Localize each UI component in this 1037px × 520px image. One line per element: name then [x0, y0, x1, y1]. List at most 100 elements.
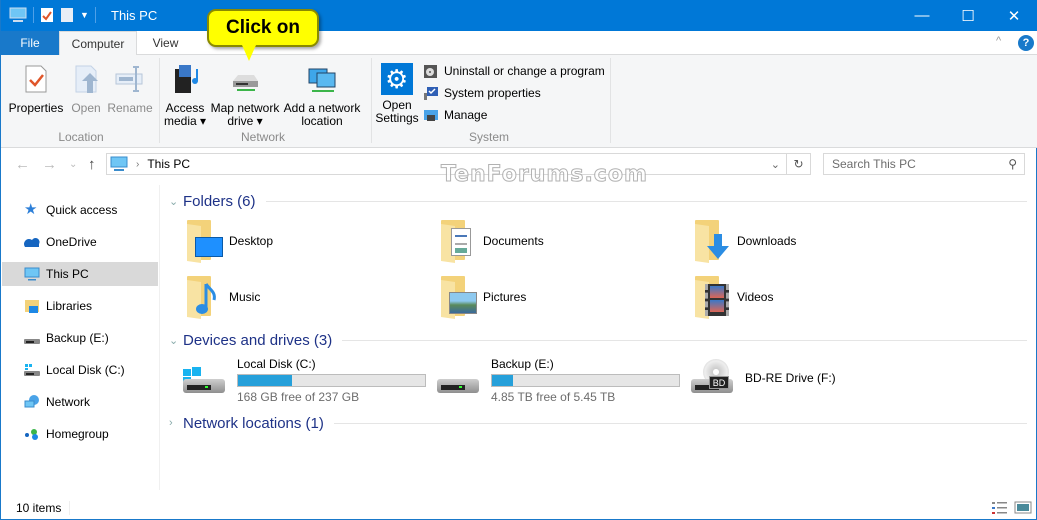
drive-local-disk-c[interactable]: Local Disk (C:) 168 GB free of 237 GB: [181, 357, 426, 404]
network-location-icon: [308, 68, 336, 92]
open-label: Open: [71, 101, 101, 115]
help-icon[interactable]: ?: [1018, 35, 1034, 51]
sidebar-item-network[interactable]: Network: [2, 390, 158, 414]
collapse-ribbon-icon[interactable]: ^: [996, 35, 1001, 47]
search-input[interactable]: Search This PC ⚲: [823, 153, 1025, 175]
this-pc-icon: [9, 7, 27, 22]
drive-label: BD-RE Drive (F:): [745, 371, 836, 385]
address-dropdown-icon[interactable]: ⌄: [771, 158, 780, 171]
drive-bd-re-f[interactable]: BD BD-RE Drive (F:): [689, 357, 836, 397]
open-button[interactable]: Open: [67, 59, 105, 115]
breadcrumb-chevron-icon: ›: [136, 158, 140, 170]
minimize-button[interactable]: —: [899, 0, 945, 31]
sidebar-item-backup-e[interactable]: Backup (E:): [2, 326, 158, 350]
access-media-button[interactable]: Access media ▾: [163, 59, 207, 128]
customize-qat-icon[interactable]: ▼: [80, 10, 89, 20]
sidebar-item-label: Backup (E:): [46, 331, 109, 345]
title-bar: ▼ This PC — ☐ ✕: [1, 0, 1037, 31]
group-title: Folders (6): [183, 192, 256, 210]
drive-backup-e[interactable]: Backup (E:) 4.85 TB free of 5.45 TB: [435, 357, 680, 404]
search-icon: ⚲: [1008, 157, 1017, 171]
drive-usage-bar: [491, 374, 680, 387]
uninstall-program-button[interactable]: Uninstall or change a program: [423, 63, 605, 79]
sidebar-item-label: Libraries: [46, 299, 93, 313]
open-settings-button[interactable]: ⚙ Open Settings: [374, 59, 420, 125]
sidebar-item-quick-access[interactable]: ★ Quick access: [2, 198, 158, 222]
separator: [94, 7, 96, 23]
windows-drive-icon: [24, 364, 40, 376]
optical-drive-icon: BD: [689, 357, 735, 397]
downloads-folder-icon: [693, 220, 729, 263]
properties-button[interactable]: Properties: [7, 59, 65, 115]
map-network-drive-button[interactable]: Map network drive ▾: [209, 59, 281, 128]
system-properties-icon: [424, 87, 438, 100]
expand-chevron-icon[interactable]: ›: [169, 417, 183, 429]
sidebar-item-label: Quick access: [46, 203, 118, 217]
folder-downloads[interactable]: Downloads: [693, 220, 796, 263]
properties-qat-icon[interactable]: [40, 7, 54, 23]
folder-label: Pictures: [483, 290, 527, 304]
pane-divider[interactable]: [159, 185, 160, 490]
tab-computer[interactable]: Computer: [59, 31, 137, 56]
settings-gear-icon: ⚙: [381, 63, 413, 95]
rename-button[interactable]: Rename: [107, 59, 153, 115]
sidebar-item-label: Local Disk (C:): [46, 363, 125, 377]
sidebar-item-libraries[interactable]: Libraries: [2, 294, 158, 318]
group-label-location: Location: [58, 130, 104, 144]
group-label-network: Network: [240, 130, 285, 144]
drive-usage-fill: [238, 375, 293, 386]
breadcrumb-this-pc[interactable]: This PC: [147, 157, 190, 171]
sidebar-item-label: Homegroup: [46, 427, 109, 441]
system-properties-button[interactable]: System properties: [423, 85, 541, 101]
drive-free-space: 168 GB free of 237 GB: [237, 390, 360, 404]
forward-button[interactable]: →: [42, 156, 57, 173]
folder-videos[interactable]: Videos: [693, 276, 774, 319]
drive-label: Local Disk (C:): [237, 357, 316, 371]
properties-icon: [25, 65, 47, 93]
group-header-devices[interactable]: ⌄ Devices and drives (3): [169, 330, 1027, 350]
system-properties-label: System properties: [444, 86, 541, 100]
collapse-chevron-icon[interactable]: ⌄: [169, 195, 183, 208]
sidebar-item-local-disk-c[interactable]: Local Disk (C:): [2, 358, 158, 382]
folder-label: Videos: [737, 290, 774, 304]
folder-music[interactable]: Music: [185, 276, 260, 319]
large-icons-view-icon[interactable]: [1014, 500, 1032, 515]
open-icon: [75, 65, 98, 93]
music-folder-icon: [185, 276, 221, 319]
folder-desktop[interactable]: Desktop: [185, 220, 273, 263]
bd-badge: BD: [709, 376, 729, 389]
close-button[interactable]: ✕: [991, 0, 1037, 31]
group-title: Network locations (1): [183, 414, 324, 432]
rename-label: Rename: [107, 101, 153, 115]
search-placeholder: Search This PC: [832, 157, 916, 171]
library-icon: [25, 300, 39, 313]
drive-free-space: 4.85 TB free of 5.45 TB: [491, 390, 616, 404]
folder-documents[interactable]: Documents: [439, 220, 544, 263]
drive-icon: [435, 357, 481, 397]
folder-pictures[interactable]: Pictures: [439, 276, 527, 319]
tab-view[interactable]: View: [138, 31, 193, 55]
group-header-network-locations[interactable]: › Network locations (1): [169, 413, 1027, 433]
sidebar-item-homegroup[interactable]: Homegroup: [2, 422, 158, 446]
add-network-location-label-2: location: [301, 114, 343, 128]
up-button[interactable]: ↑: [88, 156, 96, 173]
windows-drive-icon: [181, 357, 227, 397]
tab-file[interactable]: File: [1, 31, 59, 55]
rename-icon: [115, 66, 143, 92]
monitor-icon: [24, 267, 40, 281]
sidebar-item-onedrive[interactable]: OneDrive: [2, 230, 158, 254]
group-divider: [265, 200, 1027, 202]
back-button[interactable]: ←: [15, 156, 30, 173]
details-view-icon[interactable]: [991, 500, 1009, 515]
manage-button[interactable]: Manage: [423, 107, 487, 123]
refresh-button[interactable]: ↻: [787, 153, 811, 175]
drive-usage-fill: [492, 375, 513, 386]
group-header-folders[interactable]: ⌄ Folders (6): [169, 191, 1027, 211]
add-network-location-button[interactable]: Add a network location: [283, 59, 361, 128]
collapse-chevron-icon[interactable]: ⌄: [169, 334, 183, 347]
new-folder-qat-icon[interactable]: [60, 7, 74, 23]
recent-locations-button[interactable]: ⌄: [69, 159, 77, 170]
maximize-button[interactable]: ☐: [945, 0, 991, 31]
manage-label: Manage: [444, 108, 488, 122]
sidebar-item-this-pc[interactable]: This PC: [2, 262, 158, 286]
